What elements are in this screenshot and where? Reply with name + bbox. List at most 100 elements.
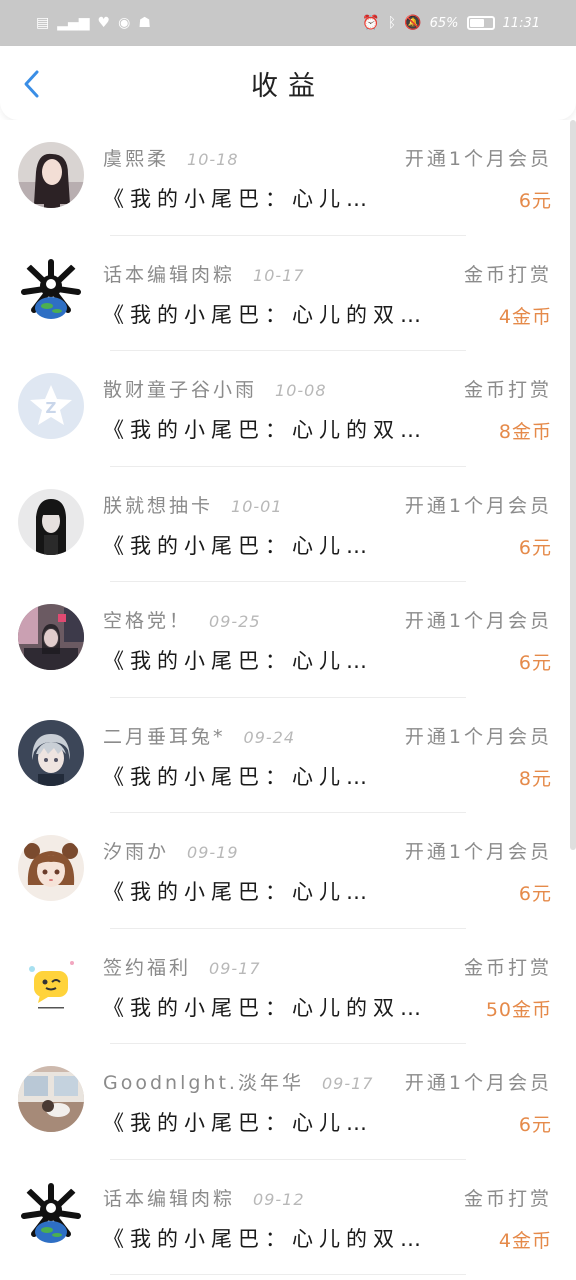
back-button[interactable] [18,70,46,98]
user-name[interactable]: Goodnlght.淡年华 [103,1068,304,1095]
user-name[interactable]: 散财童子谷小雨 [103,375,257,402]
item-date: 10-01 [231,496,283,516]
list-item[interactable]: 话本编辑肉粽 10-17 金币打赏《我的小尾巴：心儿的双… 4金币 [0,236,576,351]
user-name[interactable]: 签约福利 [103,953,191,980]
signal-icon: ▂▄▆ [57,15,90,31]
item-date: 10-18 [187,150,239,169]
income-type: 开通1个月会员 [404,841,552,863]
anime-boy-avatar[interactable] [18,719,84,786]
name-line: 签约福利 09-17 [103,953,261,980]
battery-icon [466,16,495,30]
book-title: 《我的小尾巴：心儿… [103,1111,373,1135]
name-line: 朕就想抽卡 10-01 [103,491,283,518]
status-left: ▤ ▂▄▆ ♥ ◉ ☗ [36,16,151,30]
earnings-list[interactable]: 虞熙柔 10-18 开通1个月会员 《我的小尾巴：心儿… 6元 话本编辑肉粽 10-17 金币… [0,120,576,1280]
city-girl-avatar[interactable] [18,604,84,670]
svg-text:Z: Z [46,399,57,417]
divider [110,1274,466,1275]
item-date: 09-17 [321,1074,374,1093]
yellow-chat-avatar[interactable] [18,950,84,1017]
bluetooth-icon: ᛒ [387,15,397,31]
income-amount: 4金币 [498,1229,552,1252]
income-type: 金币打赏 [463,1187,552,1210]
name-line: 话本编辑肉粽 09-12 [103,1184,305,1211]
income-amount: 6元 [518,652,552,674]
book-title: 《我的小尾巴：心儿… [103,649,373,673]
user-name[interactable]: 朕就想抽卡 [103,491,213,518]
list-item[interactable]: Z 散财童子谷小雨 10-08 金币打赏《我的小尾巴：心儿的双… 8金币 [0,351,576,467]
income-type: 开通1个月会员 [404,610,552,632]
list-item[interactable]: 虞熙柔 10-18 开通1个月会员《我的小尾巴：心儿… 6元 [0,120,576,236]
book-title: 《我的小尾巴：心儿… [103,187,373,211]
income-amount: 8金币 [498,421,552,443]
clock: 11:31 [502,15,540,31]
anime-girl-avatar[interactable] [18,835,84,901]
sim-icon: ▤ [36,15,50,31]
wechat-icon: ◉ [118,15,131,31]
income-amount: 6元 [518,1114,552,1136]
income-type: 金币打赏 [463,956,552,979]
user-name[interactable]: 汐雨か [103,837,169,864]
name-line: 虞熙柔 10-18 [103,144,239,171]
dark-girl-avatar[interactable] [18,488,84,555]
name-line: 二月垂耳兔* 09-24 [103,722,295,749]
book-title: 《我的小尾巴：心儿… [103,880,373,904]
book-title: 《我的小尾巴：心儿的双… [103,418,427,442]
list-item[interactable]: 汐雨か 09-19 开通1个月会员《我的小尾巴：心儿… 6元 [0,813,576,929]
income-amount: 8元 [518,767,552,790]
earth-monster-avatar[interactable] [18,1181,84,1248]
user-name[interactable]: 话本编辑肉粽 [103,260,235,287]
income-type: 金币打赏 [463,379,552,401]
book-title: 《我的小尾巴：心儿… [103,764,373,789]
default-z-avatar[interactable]: Z [18,373,84,439]
name-line: 散财童子谷小雨 10-08 [103,375,327,402]
income-type: 金币打赏 [463,263,552,286]
income-amount: 6元 [518,190,552,212]
income-amount: 6元 [518,536,552,559]
name-line: 汐雨か 09-19 [103,837,239,864]
income-amount: 4金币 [498,305,552,328]
heart-icon: ♥ [97,15,111,31]
item-date: 09-24 [243,727,296,747]
income-amount: 50金币 [485,998,552,1021]
item-date: 10-08 [275,381,327,400]
battery-fill [469,19,484,27]
item-date: 09-12 [253,1189,305,1209]
income-amount: 6元 [518,883,552,905]
photo-woman-avatar[interactable] [18,142,84,208]
book-title: 《我的小尾巴：心儿的双… [103,995,427,1020]
status-bar: ▤ ▂▄▆ ♥ ◉ ☗ ⏰ ᛒ 🔕 65% 11:31 [0,0,576,46]
income-type: 开通1个月会员 [404,494,552,517]
income-type: 开通1个月会员 [404,725,552,748]
battery-percent: 65% [429,15,459,31]
item-date: 10-17 [253,265,305,285]
income-type: 开通1个月会员 [404,1072,552,1094]
list-item[interactable]: 朕就想抽卡 10-01 开通1个月会员 《我的小尾巴：心儿… 6元 [0,467,576,582]
header: 收益 [0,46,576,120]
user-name[interactable]: 二月垂耳兔* [103,722,226,749]
status-right: ⏰ ᛒ 🔕 65% 11:31 [362,16,540,31]
user-name[interactable]: 话本编辑肉粽 [103,1184,235,1211]
window-photo-avatar[interactable] [18,1066,84,1132]
book-title: 《我的小尾巴：心儿的双… [103,1226,427,1251]
name-line: 空格党！ 09-25 [103,606,261,633]
list-item[interactable]: 二月垂耳兔* 09-24 开通1个月会员《我的小尾巴：心儿… 8元 [0,698,576,813]
page-title: 收益 [251,70,325,102]
earth-monster-avatar[interactable] [18,257,84,324]
user-name[interactable]: 虞熙柔 [103,144,169,171]
chevron-left-icon [24,70,39,98]
list-item[interactable]: 空格党！ 09-25 开通1个月会员《我的小尾巴：心儿… 6元 [0,582,576,698]
book-title: 《我的小尾巴：心儿的双… [103,302,427,327]
name-line: Goodnlght.淡年华 09-17 [103,1068,373,1095]
name-line: 话本编辑肉粽 10-17 [103,260,305,287]
alarm-icon: ⏰ [362,15,380,31]
item-date: 09-25 [209,612,261,631]
scrollbar[interactable] [570,120,576,850]
item-date: 09-19 [187,843,239,862]
list-item[interactable]: 话本编辑肉粽 09-12 金币打赏《我的小尾巴：心儿的双… 4金币 [0,1160,576,1275]
user-name[interactable]: 空格党！ [103,606,191,633]
app-icon: ☗ [138,15,151,31]
list-item[interactable]: 签约福利 09-17 金币打赏《我的小尾巴：心儿的双… 50金币 [0,929,576,1044]
list-item[interactable]: Goodnlght.淡年华 09-17 开通1个月会员《我的小尾巴：心儿… 6元 [0,1044,576,1160]
income-type: 开通1个月会员 [404,148,552,170]
